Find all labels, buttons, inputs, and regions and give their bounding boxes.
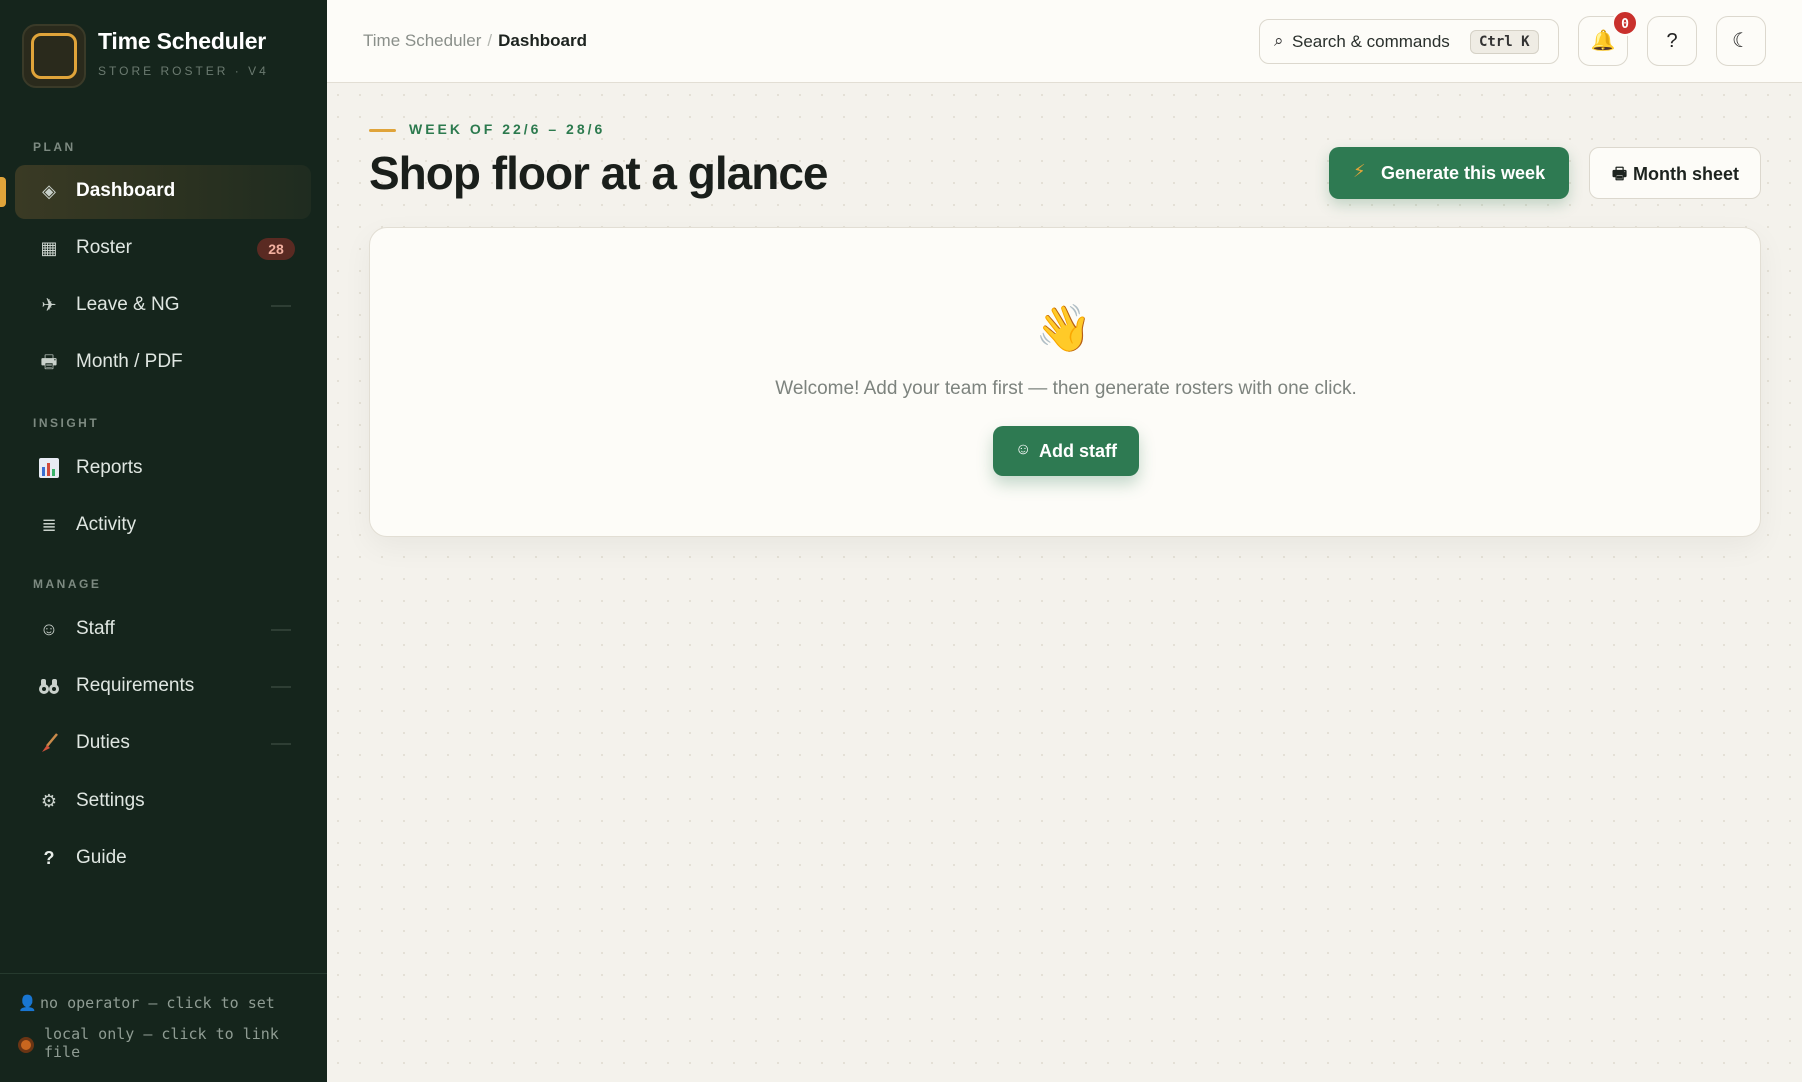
- sidebar-item-duties[interactable]: Duties: [15, 717, 311, 771]
- smiley-icon: ☺: [39, 619, 59, 639]
- sidebar-item-label: Duties: [76, 732, 130, 753]
- printer-icon: 🖶: [40, 352, 58, 372]
- sidebar-item-label: Month / PDF: [76, 351, 183, 372]
- storage-status-cont: file: [44, 1043, 81, 1061]
- sidebar-item-label: Dashboard: [76, 180, 176, 201]
- breadcrumb-separator: /: [487, 31, 493, 50]
- brand-subtitle: STORE ROSTER · V4: [98, 64, 269, 78]
- topbar: Time Scheduler / Dashboard ⌕ Search & comm…: [327, 0, 1802, 83]
- sidebar-item-settings[interactable]: ⚙ Settings: [15, 775, 311, 829]
- storage-link[interactable]: local only — click to link file: [44, 1025, 279, 1061]
- search-label: Search & commands: [1292, 32, 1450, 51]
- sidebar-item-label: Guide: [76, 847, 127, 868]
- sidebar-item-label: Activity: [76, 514, 137, 535]
- generate-week-button[interactable]: ⚡ Generate this week: [1329, 147, 1569, 199]
- airplane-icon: ✈: [41, 295, 57, 315]
- lightning-icon: ⚡: [1353, 161, 1366, 181]
- bell-icon: 🔔: [1590, 30, 1616, 52]
- sidebar-item-activity[interactable]: ≣ Activity: [15, 499, 311, 553]
- bar-chart-icon: [37, 456, 61, 480]
- sidebar-item-leave[interactable]: ✈ Leave & NG: [15, 279, 311, 333]
- gear-icon: ⚙: [40, 791, 58, 811]
- sidebar-item-label: Leave & NG: [76, 294, 180, 315]
- list-icon: ≣: [41, 515, 57, 535]
- sidebar-item-dashboard[interactable]: ◈ Dashboard: [15, 165, 311, 219]
- roster-count-badge: 28: [257, 238, 295, 260]
- sidebar-item-requirements[interactable]: Requirements: [15, 660, 311, 714]
- help-icon: ?: [1666, 30, 1678, 52]
- notification-count-badge: 0: [1612, 10, 1638, 36]
- week-range: WEEK OF 22/6 – 28/6: [409, 121, 606, 137]
- empty-state-card: 👋 Welcome! Add your team first — then ge…: [369, 227, 1761, 537]
- binoculars-icon: [37, 674, 61, 698]
- generate-week-label: Generate this week: [1381, 163, 1546, 183]
- waving-hand-icon: 👋: [1035, 302, 1093, 354]
- page-title: Shop floor at a glance: [369, 147, 829, 199]
- moon-icon: ☾: [1732, 30, 1750, 52]
- sidebar-item-month[interactable]: 🖶 Month / PDF: [15, 336, 311, 390]
- welcome-message: Welcome! Add your team first — then gene…: [775, 378, 1357, 399]
- sidebar: Time Scheduler STORE ROSTER · V4 PLAN ◈ …: [0, 0, 327, 1082]
- grid-icon: ▦: [40, 238, 58, 258]
- sidebar-item-label: Reports: [76, 457, 143, 478]
- add-staff-label: Add staff: [1039, 441, 1117, 461]
- section-label-insight: INSIGHT: [33, 416, 100, 430]
- sidebar-item-roster[interactable]: ▦ Roster 28: [15, 222, 311, 276]
- question-icon: ?: [43, 848, 55, 868]
- sidebar-item-staff[interactable]: ☺ Staff: [15, 603, 311, 657]
- sidebar-item-label: Settings: [76, 790, 145, 811]
- sidebar-item-label: Roster: [76, 237, 132, 258]
- sidebar-item-reports[interactable]: Reports: [15, 442, 311, 496]
- eyebrow-accent: [369, 129, 396, 132]
- search-icon: ⌕: [1274, 31, 1284, 50]
- help-button[interactable]: ?: [1647, 16, 1697, 66]
- sidebar-item-guide[interactable]: ? Guide: [15, 832, 311, 886]
- month-sheet-label: Month sheet: [1633, 164, 1739, 184]
- breadcrumb: Time Scheduler / Dashboard: [363, 31, 587, 51]
- sidebar-item-label: Staff: [76, 618, 115, 639]
- storage-status-icon: [18, 1037, 34, 1053]
- theme-toggle-button[interactable]: ☾: [1716, 16, 1766, 66]
- brand-logo: [22, 24, 86, 88]
- brand: Time Scheduler STORE ROSTER · V4: [22, 24, 312, 88]
- broom-icon: [37, 731, 61, 755]
- printer-icon: 🖶: [1612, 166, 1628, 183]
- brand-title: Time Scheduler: [98, 28, 267, 54]
- divider: [271, 743, 291, 745]
- smiley-icon: ☺: [1015, 441, 1032, 458]
- main-content: WEEK OF 22/6 – 28/6 Shop floor at a glan…: [327, 84, 1802, 1082]
- shortcut-hint: Ctrl K: [1470, 30, 1539, 54]
- active-indicator: [0, 177, 6, 207]
- add-staff-button[interactable]: ☺ Add staff: [993, 426, 1139, 476]
- section-label-manage: MANAGE: [33, 577, 102, 591]
- month-sheet-button[interactable]: 🖶 Month sheet: [1589, 147, 1761, 199]
- diamond-icon: ◈: [42, 181, 56, 201]
- operator-setter[interactable]: 👤 no operator — click to set: [18, 994, 275, 1012]
- breadcrumb-root[interactable]: Time Scheduler: [363, 31, 481, 50]
- search-commands-button[interactable]: ⌕ Search & commands Ctrl K: [1259, 19, 1559, 64]
- divider: [271, 686, 291, 688]
- storage-status: local only — click to link: [44, 1025, 279, 1043]
- divider: [271, 629, 291, 631]
- section-label-plan: PLAN: [33, 140, 76, 154]
- divider: [271, 305, 291, 307]
- sidebar-item-label: Requirements: [76, 675, 195, 696]
- user-icon: 👤: [18, 994, 37, 1012]
- operator-status: no operator — click to set: [40, 994, 275, 1012]
- breadcrumb-current: Dashboard: [498, 31, 587, 50]
